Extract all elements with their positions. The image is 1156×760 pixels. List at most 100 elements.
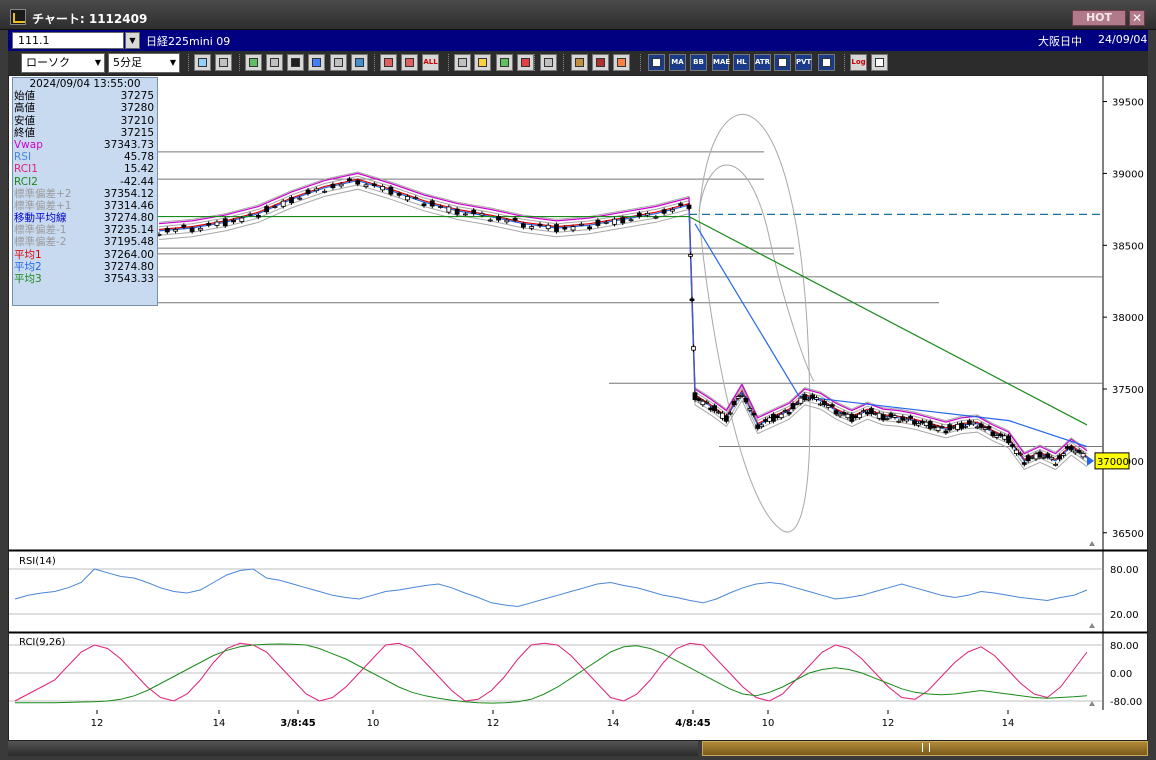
candle-body	[919, 420, 925, 424]
ohlc-label: 終値	[14, 126, 35, 139]
toolbar-separator	[188, 54, 190, 71]
scrollbar-track[interactable]	[8, 741, 698, 756]
candle-body	[716, 411, 721, 414]
candle-body	[1041, 456, 1047, 459]
candle-body	[297, 197, 303, 200]
y-tick-label: 38500	[1112, 241, 1144, 252]
candle-body	[504, 219, 510, 223]
ma-icon[interactable]: MA	[669, 54, 686, 71]
timeframe-select[interactable]: 5分足 ▼	[108, 53, 180, 73]
ohlc-row: 標準偏差+1 37314.46	[13, 200, 157, 212]
toolbar-separator	[324, 54, 326, 71]
ohlc-value: 37275	[120, 90, 154, 103]
delete-icon[interactable]	[351, 54, 368, 71]
rsi-tick-label: 80.00	[1110, 565, 1139, 576]
atr-icon[interactable]: ATR	[754, 54, 771, 71]
horizontal-scrollbar[interactable]	[8, 741, 1148, 756]
toolbar-separator	[640, 54, 642, 71]
mae-icon[interactable]: MAE	[712, 54, 730, 71]
toolbar: ローソク ▼ 5分足 ▼ ALL MA BB MAE HL ATR PVT Log	[8, 51, 1148, 75]
draw-arrow-icon[interactable]	[266, 54, 283, 71]
candle-body	[829, 404, 835, 407]
candle-toggle-icon[interactable]	[380, 54, 397, 71]
ohlc-label: RCI2	[14, 175, 38, 188]
ohlc-value: 37343.73	[103, 138, 154, 151]
candle-body	[438, 206, 443, 208]
session-date: 24/09/04	[1098, 33, 1148, 46]
candle-body	[735, 396, 741, 399]
candle-select-icon[interactable]	[401, 54, 418, 71]
candle-body	[446, 206, 452, 213]
candle-body	[181, 224, 187, 228]
toolbar-separator	[374, 54, 376, 71]
candle-body	[939, 426, 945, 428]
ohlc-label: RSI	[14, 151, 32, 164]
chart-canvas[interactable]: 3950039000385003800037500370003650037000…	[9, 76, 1147, 740]
candle-body	[653, 216, 659, 219]
ohlc-value: 37274.80	[103, 212, 154, 225]
scrollbar-grip-icon[interactable]	[922, 743, 930, 752]
bar-icon[interactable]	[496, 54, 513, 71]
candle-body	[562, 226, 568, 230]
draw-line-icon[interactable]	[245, 54, 262, 71]
timeframe-value: 5分足	[113, 56, 142, 69]
candle-body	[231, 219, 236, 223]
ohlc-value: 37195.48	[103, 236, 154, 249]
hl-icon[interactable]: HL	[733, 54, 750, 71]
bb-icon[interactable]: BB	[690, 54, 707, 71]
fib-icon[interactable]	[648, 54, 665, 71]
symbol-dropdown-arrow-icon[interactable]: ▼	[125, 32, 140, 49]
tools-icon[interactable]	[592, 54, 609, 71]
ohlc-label: 標準偏差-2	[14, 236, 67, 249]
search-icon[interactable]	[194, 54, 211, 71]
notes-icon[interactable]	[330, 54, 347, 71]
zoom-icon[interactable]	[474, 54, 491, 71]
frame-icon[interactable]	[818, 54, 835, 71]
candle-body	[861, 410, 866, 413]
export-icon[interactable]	[871, 54, 888, 71]
candle-body	[880, 414, 886, 421]
pvt-icon[interactable]: PVT	[795, 54, 812, 71]
candle-body	[686, 204, 692, 209]
candle-body	[821, 400, 827, 406]
log-icon[interactable]: Log	[850, 54, 867, 71]
close-button[interactable]: ✕	[1129, 10, 1145, 26]
candle-body	[759, 424, 765, 428]
candle-body	[931, 425, 937, 429]
candle-body	[529, 226, 535, 229]
candle-body	[255, 214, 261, 218]
candle-body	[689, 298, 695, 302]
volume-bar-icon[interactable]	[517, 54, 534, 71]
chart-type-select[interactable]: ローソク ▼	[21, 53, 105, 73]
candle-body	[723, 415, 729, 422]
candle-body	[916, 423, 921, 426]
chevron-down-icon: ▼	[169, 58, 176, 67]
candle-body	[1029, 456, 1035, 459]
candle-body	[587, 226, 593, 230]
ohlc-row: RCI2 -42.44	[13, 176, 157, 188]
x-tick-label: 14	[607, 718, 620, 729]
x-tick-label: 14	[1002, 718, 1015, 729]
pattern-icon[interactable]	[571, 54, 588, 71]
bookmark-icon[interactable]	[454, 54, 471, 71]
hot-button[interactable]: HOT	[1072, 10, 1126, 26]
envelope-icon[interactable]	[774, 54, 791, 71]
candle-body	[943, 430, 949, 434]
crosshair-icon[interactable]	[215, 54, 232, 71]
ohlc-row: 平均1 37264.00	[13, 249, 157, 261]
candle-body	[661, 209, 667, 214]
candle-body	[479, 212, 485, 216]
candle-body	[963, 425, 968, 428]
candle-body	[396, 193, 402, 196]
candle-body	[487, 219, 493, 222]
symbol-select[interactable]: 111.1	[12, 32, 124, 49]
flag-icon[interactable]	[308, 54, 325, 71]
chart-area[interactable]: 3950039000385003800037500370003650037000…	[8, 75, 1148, 741]
candle-body	[670, 208, 675, 212]
all-icon[interactable]: ALL	[422, 54, 439, 71]
cursor-icon[interactable]	[287, 54, 304, 71]
help-icon[interactable]	[540, 54, 557, 71]
y-tick-label: 36500	[1112, 529, 1144, 540]
candle-body	[173, 229, 178, 232]
palette-icon[interactable]	[613, 54, 630, 71]
